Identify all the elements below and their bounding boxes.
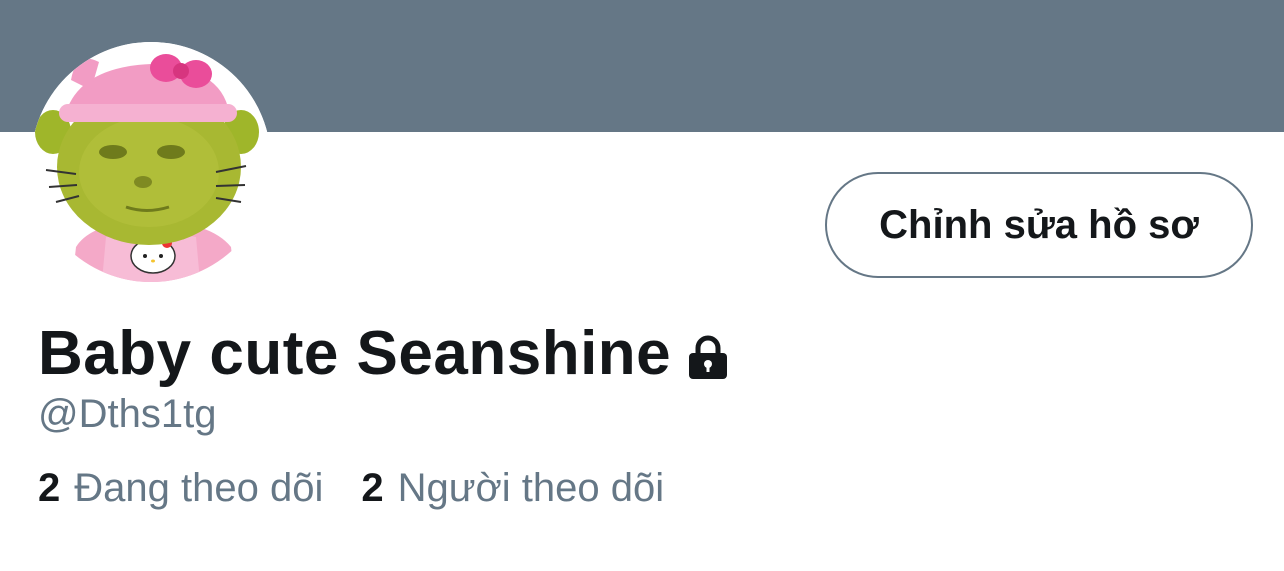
following-label: Đang theo dõi <box>74 466 324 510</box>
profile-stats: 2 Đang theo dõi 2 Người theo dõi <box>38 466 702 511</box>
followers-count: 2 <box>361 466 384 510</box>
followers-stat[interactable]: 2 Người theo dõi <box>361 466 664 511</box>
followers-label: Người theo dõi <box>397 466 665 510</box>
edit-profile-button[interactable]: Chỉnh sửa hồ sơ <box>825 172 1253 278</box>
lock-icon <box>685 334 731 380</box>
profile-name-row: Baby cute Seanshine <box>38 318 731 389</box>
following-count: 2 <box>38 466 61 510</box>
avatar[interactable] <box>31 42 271 282</box>
following-stat[interactable]: 2 Đang theo dõi <box>38 466 323 511</box>
profile-handle: @Dths1tg <box>38 392 217 436</box>
display-name: Baby cute Seanshine <box>38 319 672 388</box>
avatar-icon <box>31 42 271 282</box>
